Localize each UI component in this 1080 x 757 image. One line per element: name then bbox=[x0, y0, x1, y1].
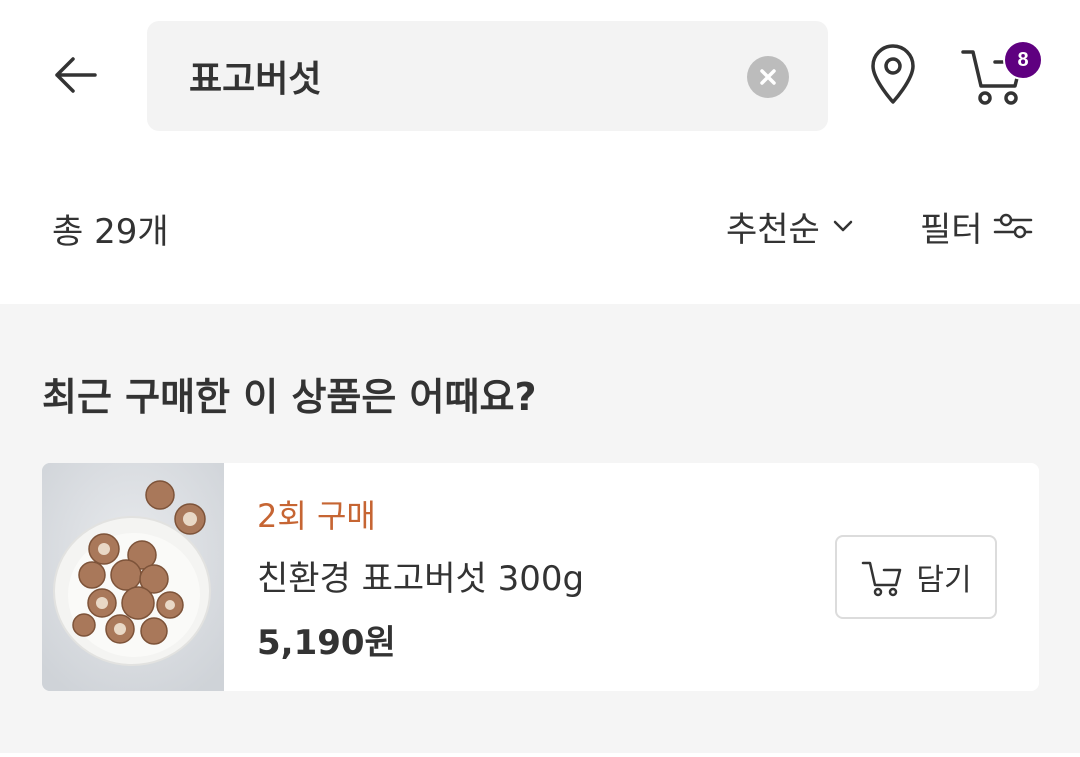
cart-count-badge: 8 bbox=[1003, 40, 1043, 80]
add-button-label: 담기 bbox=[916, 563, 972, 598]
filter-label: 필터 bbox=[920, 209, 983, 250]
filter-sliders-icon bbox=[993, 213, 1032, 239]
section-divider bbox=[0, 753, 1080, 757]
section-title: 최근 구매한 이 상품은 어때요? bbox=[42, 375, 537, 419]
product-price: 5,190원 bbox=[257, 623, 396, 663]
cart-icon bbox=[862, 561, 902, 597]
purchase-count: 2회 구매 bbox=[257, 497, 376, 535]
filter-button[interactable]: 필터 bbox=[920, 202, 1033, 250]
header: 8 bbox=[0, 0, 1080, 152]
sort-label: 추천순 bbox=[726, 209, 820, 250]
sort-dropdown[interactable]: 추천순 bbox=[726, 202, 856, 250]
shiitake-mushroom-plate-image bbox=[42, 463, 224, 691]
clear-search-button[interactable] bbox=[747, 56, 789, 98]
back-button[interactable] bbox=[44, 44, 106, 106]
chevron-down-icon bbox=[833, 220, 853, 232]
results-toolbar: 총 29개 추천순 필터 bbox=[0, 152, 1080, 304]
search-input[interactable] bbox=[189, 21, 729, 131]
location-pin-icon bbox=[871, 44, 915, 104]
clear-icon bbox=[760, 69, 776, 85]
arrow-left-icon bbox=[55, 57, 97, 93]
product-image[interactable] bbox=[42, 463, 224, 691]
search-box[interactable] bbox=[147, 21, 828, 131]
add-to-cart-button[interactable]: 담기 bbox=[835, 535, 997, 619]
product-name[interactable]: 친환경 표고버섯 300g bbox=[257, 551, 584, 600]
location-button[interactable] bbox=[862, 40, 924, 110]
cart-button[interactable]: 8 bbox=[955, 38, 1045, 110]
recent-purchase-section: 최근 구매한 이 상품은 어때요? 2회 구매 친환경 표고버섯 300g 5,… bbox=[0, 304, 1080, 757]
product-card[interactable]: 2회 구매 친환경 표고버섯 300g 5,190원 담기 bbox=[42, 463, 1039, 691]
total-count: 총 29개 bbox=[52, 212, 169, 252]
